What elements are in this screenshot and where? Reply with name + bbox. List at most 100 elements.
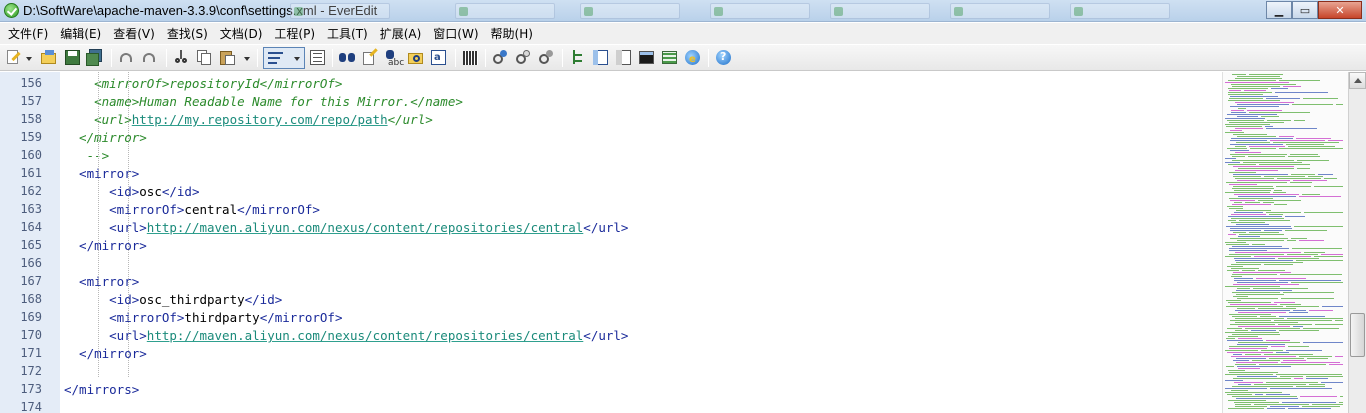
minimap-line <box>1228 220 1236 221</box>
fold-margin[interactable] <box>43 72 60 413</box>
code-line[interactable]: --> <box>64 147 110 165</box>
minimap-line <box>1289 312 1308 313</box>
outline-icon[interactable] <box>592 49 609 66</box>
code-token: </id> <box>161 184 200 199</box>
minimap-line <box>1306 376 1343 377</box>
paste-icon[interactable] <box>219 49 236 66</box>
minimap-line <box>1235 146 1246 147</box>
code-line[interactable]: <mirrorOf>repositoryId</mirrorOf> <box>64 75 342 93</box>
minimap-line <box>1296 260 1343 261</box>
column-mode-icon[interactable] <box>309 49 326 66</box>
new-file-icon[interactable] <box>5 49 22 66</box>
minimap-line <box>1264 264 1293 265</box>
minimap-line <box>1225 388 1267 389</box>
redo-icon[interactable] <box>141 49 158 66</box>
code-line[interactable]: </mirror> <box>64 129 147 147</box>
minimap-line <box>1314 256 1343 257</box>
menu-file[interactable]: 文件(F) <box>2 23 54 44</box>
macro-run-icon[interactable] <box>515 49 532 66</box>
code-token: <mirrorOf> <box>64 202 185 217</box>
hex-icon[interactable]: a <box>430 49 447 66</box>
vertical-scrollbar[interactable] <box>1348 72 1366 413</box>
menu-project[interactable]: 工程(P) <box>268 23 321 44</box>
macro-stop-icon[interactable] <box>538 49 555 66</box>
scrollbar-thumb[interactable] <box>1350 313 1365 357</box>
open-icon[interactable] <box>40 49 57 66</box>
word-wrap-icon[interactable] <box>267 49 284 66</box>
copy-icon[interactable] <box>196 49 213 66</box>
code-line[interactable]: </mirror> <box>64 345 147 363</box>
code-line[interactable]: <mirrorOf>thirdparty</mirrorOf> <box>64 309 342 327</box>
close-button[interactable]: ✕ <box>1318 1 1362 19</box>
minimap-line <box>1281 362 1340 363</box>
minimap-line <box>1253 288 1308 289</box>
scroll-up-arrow-icon[interactable] <box>1349 72 1366 89</box>
menu-help[interactable]: 帮助(H) <box>485 23 539 44</box>
minimap-line <box>1266 98 1300 99</box>
macro-play-icon[interactable] <box>492 49 509 66</box>
ghost-tab <box>580 3 680 19</box>
code-token: Human Readable Name for this Mirror. <box>139 94 411 109</box>
word-wrap-dropdown-icon[interactable] <box>292 49 301 66</box>
line-number: 162 <box>20 184 42 198</box>
code-line[interactable]: <url>http://maven.aliyun.com/nexus/conte… <box>64 219 628 237</box>
console-icon[interactable] <box>661 49 678 66</box>
minimap-line <box>1225 82 1289 83</box>
minimap-line <box>1229 184 1257 185</box>
code-token: osc <box>139 184 162 199</box>
paste-dropdown-icon[interactable] <box>242 49 251 66</box>
menu-tools[interactable]: 工具(T) <box>321 23 374 44</box>
minimap-line <box>1302 406 1340 407</box>
find-in-files-icon[interactable]: abc <box>385 49 404 68</box>
minimap-line <box>1273 142 1339 143</box>
minimap-line <box>1279 280 1341 281</box>
minimize-button[interactable]: ▁ <box>1266 1 1292 19</box>
code-line[interactable]: <id>osc</id> <box>64 183 199 201</box>
ghost-tab <box>830 3 930 19</box>
code-line[interactable]: <name>Human Readable Name for this Mirro… <box>64 93 463 111</box>
minimap-line <box>1335 320 1343 321</box>
tree-icon[interactable] <box>569 49 586 66</box>
minimap-line <box>1292 104 1333 105</box>
minimap-line <box>1267 120 1291 121</box>
save-all-icon[interactable] <box>86 49 103 66</box>
help-icon[interactable]: ? <box>715 49 732 66</box>
output-icon[interactable] <box>638 49 655 66</box>
minimap[interactable] <box>1222 72 1348 413</box>
code-editor[interactable]: <mirrorOf>repositoryId</mirrorOf> <name>… <box>60 72 1222 413</box>
code-token: </mirrorOf> <box>259 310 343 325</box>
code-line[interactable]: <url>http://my.repository.com/repo/path<… <box>64 111 433 129</box>
code-token: <mirrorOf> <box>64 310 185 325</box>
menu-extensions[interactable]: 扩展(A) <box>374 23 428 44</box>
code-line[interactable]: <url>http://maven.aliyun.com/nexus/conte… <box>64 327 628 345</box>
minimap-line <box>1235 128 1263 129</box>
code-line[interactable]: <mirrorOf>central</mirrorOf> <box>64 201 320 219</box>
minimap-line <box>1238 236 1260 237</box>
code-line[interactable]: </mirror> <box>64 237 147 255</box>
menu-window[interactable]: 窗口(W) <box>427 23 484 44</box>
minimap-line <box>1229 254 1284 255</box>
menu-document[interactable]: 文档(D) <box>214 23 269 44</box>
menu-view[interactable]: 查看(V) <box>107 23 161 44</box>
sidebar-icon[interactable] <box>615 49 632 66</box>
find-icon[interactable] <box>339 49 356 66</box>
everedit-app-icon[interactable] <box>4 3 19 18</box>
find-replace-icon[interactable] <box>362 48 379 66</box>
menu-search[interactable]: 查找(S) <box>161 23 214 44</box>
menu-edit[interactable]: 编辑(E) <box>54 23 107 44</box>
minimap-line <box>1274 320 1332 321</box>
goto-icon[interactable] <box>407 49 424 66</box>
code-token: http://maven.aliyun.com/nexus/content/re… <box>146 328 584 343</box>
minimap-line <box>1276 186 1311 187</box>
title-bar: D:\SoftWare\apache-maven-3.3.9\conf\sett… <box>0 0 1366 22</box>
macro-record-icon[interactable] <box>462 49 479 66</box>
browser-icon[interactable]: e <box>684 49 701 66</box>
undo-icon[interactable] <box>118 49 135 66</box>
toolbar: abc a e ? <box>0 45 1366 71</box>
code-line[interactable]: </mirrors> <box>64 381 139 399</box>
save-icon[interactable] <box>64 49 81 66</box>
code-line[interactable]: <id>osc_thirdparty</id> <box>64 291 282 309</box>
maximize-button[interactable]: ▭ <box>1292 1 1318 19</box>
new-file-dropdown-icon[interactable] <box>24 49 33 66</box>
cut-icon[interactable] <box>173 49 190 66</box>
